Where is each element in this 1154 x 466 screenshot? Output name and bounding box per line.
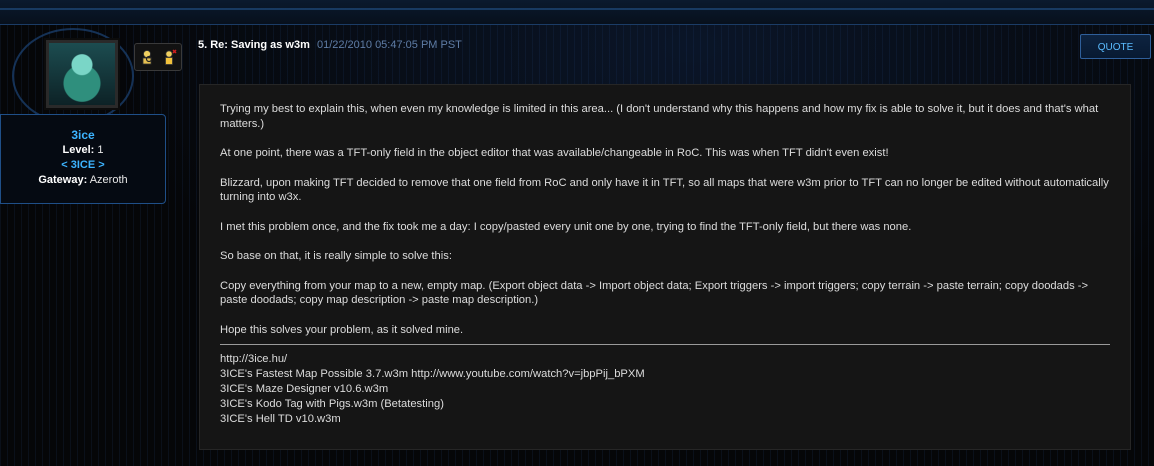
level-value: 1	[97, 144, 104, 156]
post-title[interactable]: 5. Re: Saving as w3m	[198, 39, 310, 51]
post-paragraph: So base on that, it is really simple to …	[220, 250, 452, 262]
user-gateway: Gateway: Azeroth	[1, 172, 165, 188]
avatar[interactable]	[46, 40, 118, 108]
post-body: Trying my best to explain this, when eve…	[199, 84, 1131, 450]
signature-divider	[220, 344, 1110, 345]
post-paragraph: I met this problem once, and the fix too…	[220, 220, 912, 233]
post-paragraph: Blizzard, upon making TFT decided to rem…	[220, 176, 1109, 204]
quote-button[interactable]: QUOTE	[1080, 34, 1151, 59]
post-timestamp: 01/22/2010 05:47:05 PM PST	[316, 39, 462, 51]
user-level: Level: 1	[1, 142, 165, 158]
post-header: 5. Re: Saving as w3m 01/22/2010 05:47:05…	[198, 39, 462, 51]
user-actions	[134, 43, 182, 71]
add-friend-icon[interactable]	[163, 49, 177, 65]
post-paragraph: At one point, there was a TFT-only field…	[220, 147, 889, 159]
top-bar	[0, 0, 1154, 25]
user-clan[interactable]: < 3ICE >	[1, 158, 165, 172]
signature-line: 3ICE's Hell TD v10.w3m	[220, 413, 341, 425]
signature-line: 3ICE's Fastest Map Possible 3.7.w3m http…	[220, 368, 645, 380]
signature-line: 3ICE's Maze Designer v10.6.w3m	[220, 383, 389, 395]
profile-search-icon[interactable]	[140, 49, 154, 65]
gateway-label: Gateway:	[38, 174, 88, 186]
post-paragraph: Trying my best to explain this, when eve…	[220, 103, 1099, 130]
signature: http://3ice.hu/ 3ICE's Fastest Map Possi…	[220, 352, 1110, 427]
post-paragraph: Copy everything from your map to a new, …	[220, 279, 1089, 307]
signature-link[interactable]: http://3ice.hu/	[220, 352, 1110, 367]
gateway-value: Azeroth	[89, 174, 128, 186]
signature-line: 3ICE's Kodo Tag with Pigs.w3m (Betatesti…	[220, 398, 444, 410]
post-paragraph: Hope this solves your problem, as it sol…	[220, 323, 464, 336]
username[interactable]: 3ice	[1, 128, 165, 142]
user-info-box: 3ice Level: 1 < 3ICE > Gateway: Azeroth	[0, 114, 166, 204]
level-label: Level:	[62, 144, 95, 156]
